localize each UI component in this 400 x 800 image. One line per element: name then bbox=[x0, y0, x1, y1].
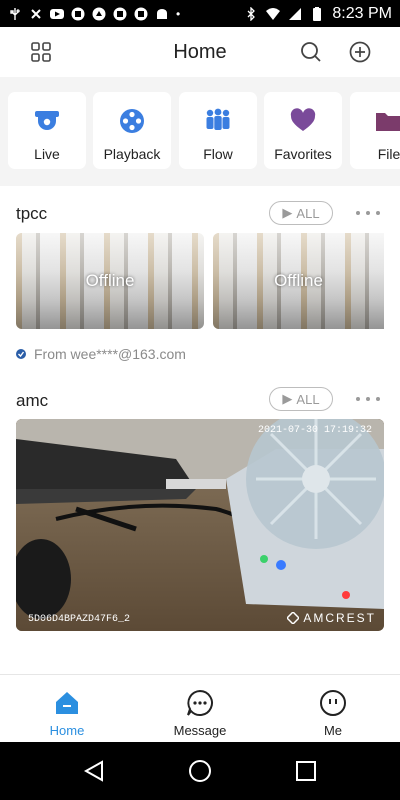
group-title-amc: amc bbox=[16, 391, 49, 410]
tile-label: File bbox=[377, 146, 400, 162]
playback-icon bbox=[117, 107, 147, 135]
offline-label: Offline bbox=[85, 271, 135, 290]
shared-from-text: From wee****@163.com bbox=[34, 346, 186, 362]
tile-playback[interactable]: Playback bbox=[93, 92, 171, 169]
bluetooth-icon bbox=[247, 6, 256, 21]
folder-icon bbox=[374, 107, 400, 135]
app-header: Home bbox=[0, 27, 400, 77]
nav-me[interactable]: Me bbox=[293, 689, 373, 738]
add-device-icon[interactable] bbox=[347, 39, 373, 65]
bottom-navigation: Home Message Me bbox=[0, 674, 400, 742]
search-icon[interactable] bbox=[298, 39, 324, 65]
signal-icon bbox=[289, 7, 302, 20]
app-notification-icon bbox=[92, 7, 106, 20]
tile-file[interactable]: File bbox=[350, 92, 400, 169]
offline-label: Offline bbox=[274, 271, 323, 290]
tile-label: Playback bbox=[103, 146, 161, 162]
camera-dome-icon bbox=[32, 107, 62, 135]
shared-from-row: From wee****@163.com bbox=[16, 346, 186, 362]
usb-icon bbox=[10, 7, 20, 20]
battery-icon bbox=[313, 6, 322, 21]
home-circle-icon[interactable] bbox=[188, 759, 212, 783]
profile-icon bbox=[320, 690, 346, 716]
message-icon bbox=[187, 689, 213, 716]
tile-live[interactable]: Live bbox=[8, 92, 86, 169]
amcrest-logo-icon bbox=[287, 612, 300, 624]
shared-icon bbox=[16, 349, 26, 359]
app-notification-icon bbox=[113, 7, 127, 20]
system-navigation-bar bbox=[0, 742, 400, 800]
camera-thumbnail[interactable]: Offline bbox=[16, 233, 204, 329]
nav-message[interactable]: Message bbox=[160, 689, 240, 738]
recents-icon[interactable] bbox=[294, 759, 318, 783]
wifi-icon bbox=[266, 7, 281, 20]
more-notifications-dot: • bbox=[176, 6, 181, 21]
group-title-tpcc: tpcc bbox=[16, 204, 48, 223]
android-icon bbox=[157, 8, 167, 19]
nav-home[interactable]: Home bbox=[27, 689, 107, 738]
quick-access-bar: Live Playback Flow Favorites File bbox=[0, 77, 400, 184]
nav-label: Home bbox=[49, 723, 85, 738]
status-bar: • 8:23 PM bbox=[0, 0, 400, 27]
camera-thumbnail[interactable]: Offline bbox=[213, 233, 384, 329]
youtube-icon bbox=[50, 8, 64, 19]
nav-label: Me bbox=[323, 723, 343, 738]
view-all-button[interactable]: ▶ ALL bbox=[269, 201, 333, 225]
tile-flow[interactable]: Flow bbox=[179, 92, 257, 169]
camera-snapshot bbox=[16, 419, 384, 631]
camera-serial: 5D06D4BPAZD47F6_2 bbox=[28, 614, 131, 625]
page-title: Home bbox=[173, 40, 227, 63]
play-icon: ▶ bbox=[282, 391, 293, 406]
camera-timestamp: 2021-07-30 17:19:32 bbox=[257, 425, 372, 436]
clock: 8:23 PM bbox=[332, 4, 392, 22]
device-list: tpcc ▶ ALL Offline Offline From wee****@… bbox=[0, 186, 400, 674]
tile-label: Favorites bbox=[274, 146, 332, 162]
tile-label: Flow bbox=[203, 146, 233, 162]
app-notification-icon bbox=[71, 7, 85, 20]
tile-favorites[interactable]: Favorites bbox=[264, 92, 342, 169]
back-icon[interactable] bbox=[82, 759, 106, 783]
notification-x-icon bbox=[31, 8, 41, 19]
app-notification-icon bbox=[134, 7, 148, 20]
more-options-icon[interactable] bbox=[356, 208, 380, 218]
tile-label: Live bbox=[34, 146, 60, 162]
view-all-button[interactable]: ▶ ALL bbox=[269, 387, 333, 411]
brand-watermark: AMCREST bbox=[287, 611, 376, 625]
camera-live-view[interactable]: 2021-07-30 17:19:32 5D06D4BPAZD47F6_2 AM… bbox=[16, 419, 384, 631]
more-options-icon[interactable] bbox=[356, 394, 380, 404]
nav-label: Message bbox=[173, 723, 227, 738]
play-icon: ▶ bbox=[282, 205, 293, 220]
home-icon bbox=[56, 692, 78, 714]
heart-icon bbox=[288, 107, 318, 135]
people-flow-icon bbox=[203, 107, 233, 135]
